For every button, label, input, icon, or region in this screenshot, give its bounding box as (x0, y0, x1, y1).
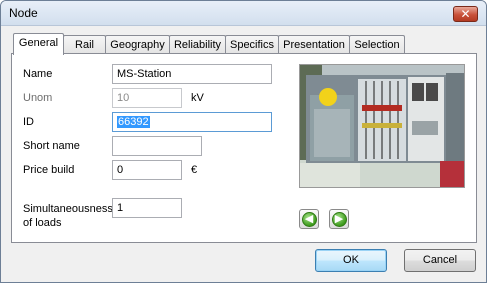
arrow-left-icon: ◀ (301, 211, 317, 227)
window-title: Node (9, 6, 38, 20)
close-icon: ✕ (460, 7, 471, 21)
close-button[interactable]: ✕ (453, 6, 478, 22)
simultaneousness-label-line1: Simultaneousness (23, 203, 113, 215)
name-field[interactable]: MS-Station (112, 64, 272, 84)
tab-reliability[interactable]: Reliability (169, 35, 226, 54)
tab-general[interactable]: General (13, 33, 64, 55)
node-dialog: Node ✕ Rail Geography Reliability Specif… (0, 0, 487, 283)
next-photo-button[interactable]: ▶ (329, 209, 349, 229)
previous-photo-button[interactable]: ◀ (299, 209, 319, 229)
tab-rail[interactable]: Rail (63, 35, 106, 54)
id-label: ID (23, 116, 34, 128)
tab-presentation[interactable]: Presentation (278, 35, 350, 54)
node-photo (299, 64, 465, 188)
unom-unit: kV (191, 92, 204, 104)
unom-field[interactable]: 10 (112, 88, 182, 108)
id-field[interactable]: 66392 (112, 112, 272, 132)
unom-label: Unom (23, 92, 53, 104)
simultaneousness-field[interactable]: 1 (112, 198, 182, 218)
title-bar[interactable]: Node ✕ (1, 1, 486, 26)
name-label: Name (23, 68, 53, 80)
id-field-selected-text: 66392 (117, 116, 150, 128)
short-name-field[interactable] (112, 136, 202, 156)
tab-selection[interactable]: Selection (349, 35, 405, 54)
ok-button[interactable]: OK (315, 249, 387, 272)
price-build-unit: € (191, 164, 198, 176)
price-build-label: Price build (23, 164, 75, 176)
short-name-label: Short name (23, 140, 80, 152)
simultaneousness-label-line2: of loads (23, 217, 62, 229)
cancel-button[interactable]: Cancel (404, 249, 476, 272)
price-build-field[interactable]: 0 (112, 160, 182, 180)
tab-geography[interactable]: Geography (105, 35, 170, 54)
tab-specifics[interactable]: Specifics (225, 35, 279, 54)
arrow-right-icon: ▶ (331, 211, 347, 227)
